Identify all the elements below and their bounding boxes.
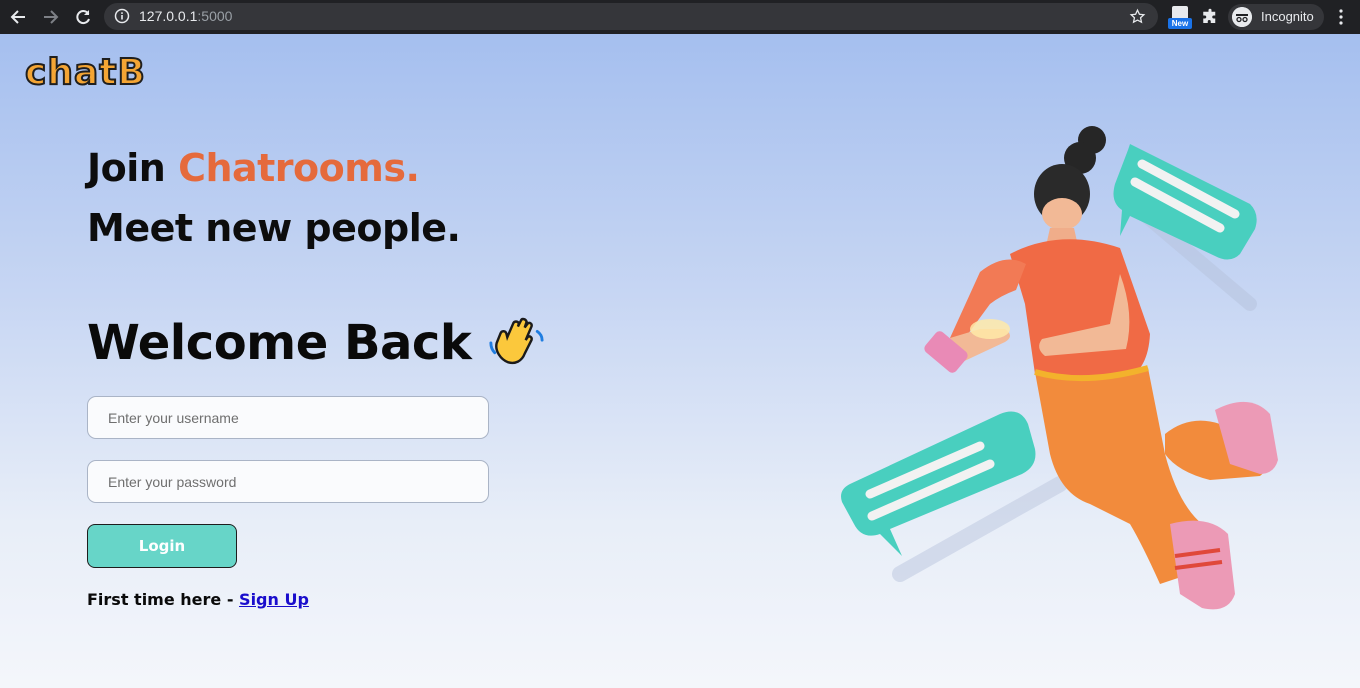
back-arrow-icon [10, 10, 25, 24]
headline-accent: Chatrooms. [178, 146, 420, 190]
password-input[interactable] [87, 460, 489, 503]
star-icon[interactable] [1129, 8, 1146, 25]
url-text: 127.0.0.1:5000 [139, 8, 233, 24]
login-button[interactable]: Login [87, 524, 237, 568]
headline-prefix: Join [87, 146, 179, 190]
reload-button[interactable] [71, 5, 95, 29]
extension-new-badge: New [1168, 18, 1192, 29]
address-bar[interactable]: 127.0.0.1:5000 [104, 3, 1158, 30]
headline-line-1: Join Chatrooms. [87, 146, 420, 190]
forward-arrow-icon [44, 10, 59, 24]
logo[interactable]: chatB [24, 51, 146, 94]
signup-prompt: First time here - Sign Up [87, 590, 309, 609]
back-button[interactable] [6, 5, 30, 29]
incognito-icon [1232, 7, 1252, 27]
extension-button[interactable]: New [1168, 6, 1192, 30]
incognito-profile-button[interactable]: Incognito [1228, 4, 1324, 30]
hero-illustration [841, 126, 1278, 610]
waving-hand-icon [489, 317, 544, 365]
browser-toolbar: 127.0.0.1:5000 New Incognito [0, 0, 1360, 34]
signup-prompt-text: First time here - [87, 590, 240, 609]
reload-icon [76, 10, 90, 25]
info-icon[interactable] [114, 8, 130, 24]
welcome-heading: Welcome Back [87, 314, 545, 372]
signup-link[interactable]: Sign Up [239, 590, 309, 609]
kebab-menu-icon[interactable] [1334, 8, 1348, 26]
headline-line-2: Meet new people. [87, 206, 461, 250]
welcome-text: Welcome Back [87, 315, 472, 371]
forward-button[interactable] [39, 5, 63, 29]
username-input[interactable] [87, 396, 489, 439]
login-page: chatB Join Chatrooms. Meet new people. W… [0, 34, 1360, 688]
incognito-label: Incognito [1261, 9, 1314, 24]
puzzle-icon[interactable] [1201, 8, 1219, 26]
bottom-chat-bubble [841, 411, 1036, 556]
